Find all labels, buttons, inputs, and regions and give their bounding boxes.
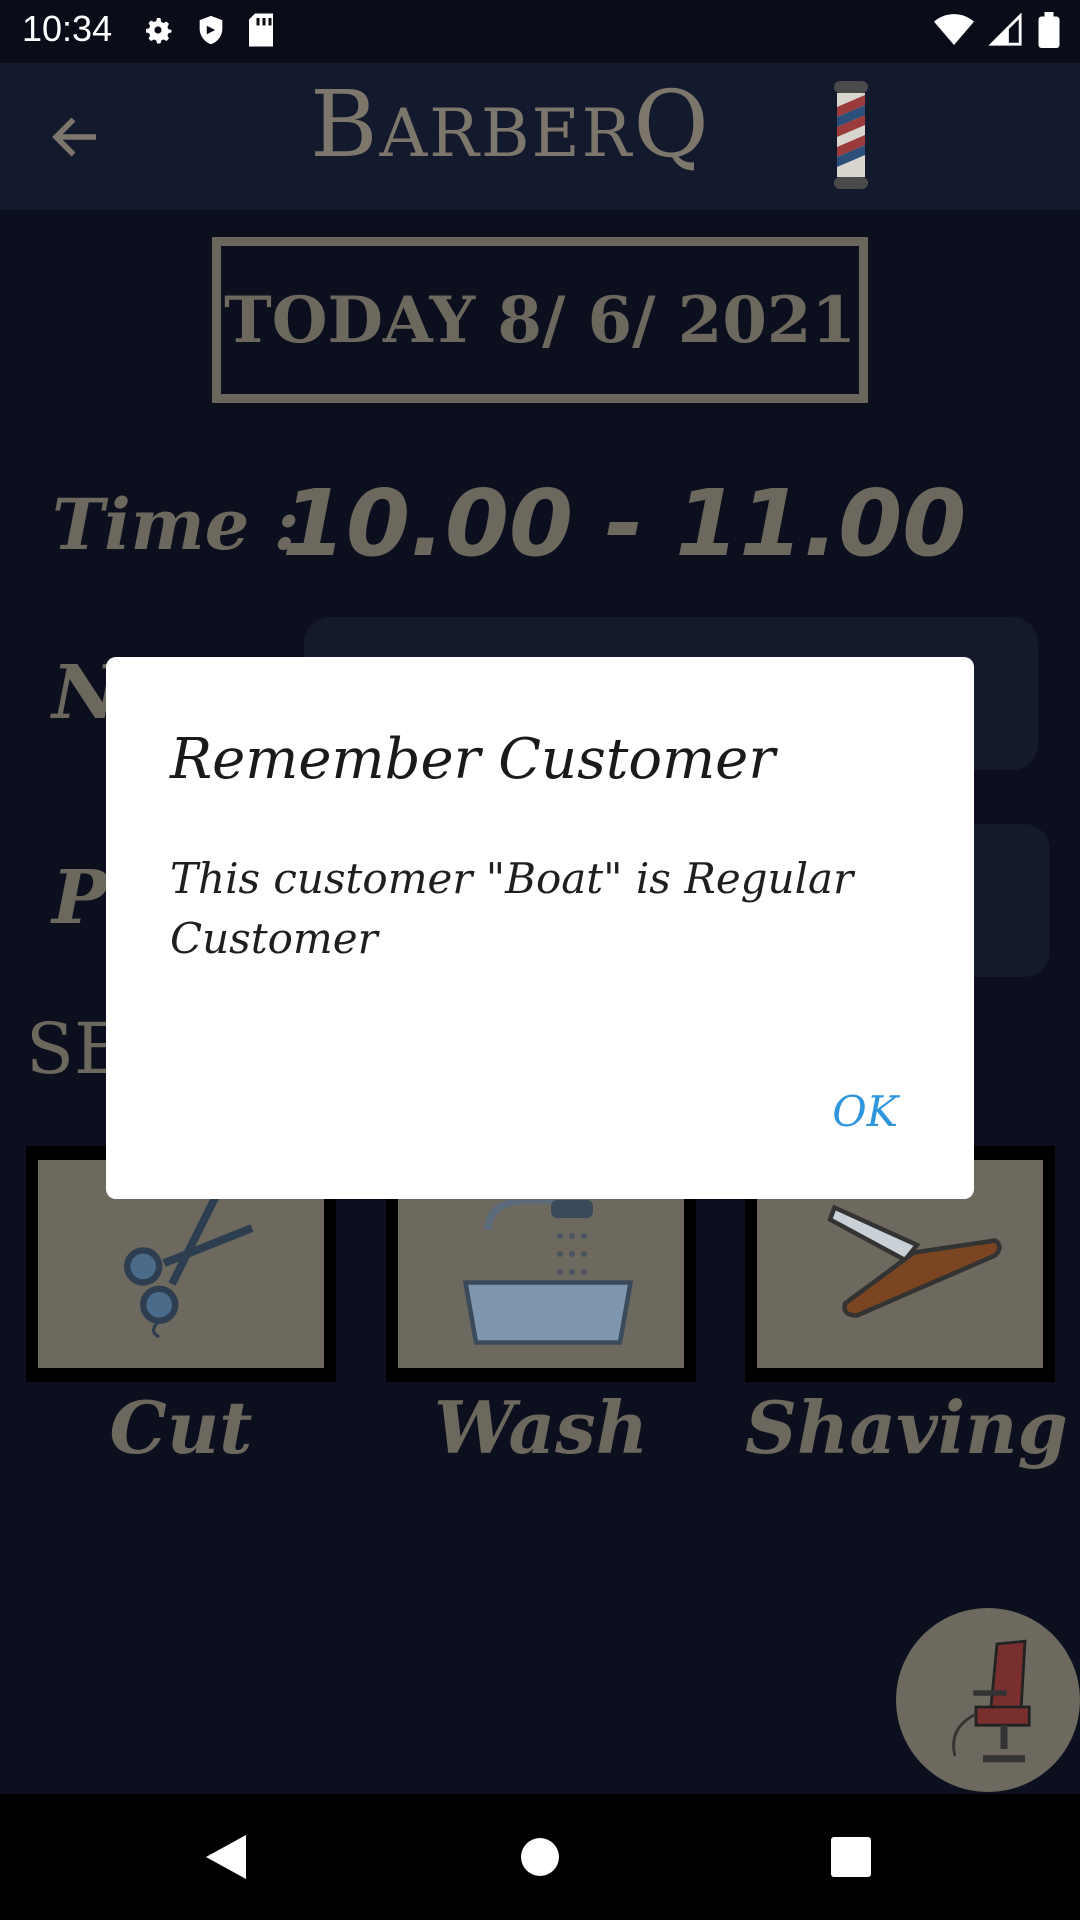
ok-button[interactable]: OK — [832, 1087, 898, 1136]
remember-customer-dialog: Remember Customer This customer "Boat" i… — [106, 657, 974, 1199]
service-name-wash: Wash — [433, 1385, 649, 1470]
date-box: TODAY 8/ 6/ 2021 — [212, 237, 868, 403]
time-value: 10.00 - 11.00 — [282, 470, 967, 577]
status-icons-right — [934, 12, 1060, 48]
shield-icon — [199, 15, 223, 45]
sd-card-icon — [249, 13, 273, 47]
time-label: Time : — [52, 483, 300, 566]
app-bar: BARBERQ — [0, 63, 1080, 210]
gear-icon — [146, 18, 172, 44]
signal-icon — [988, 13, 1022, 46]
dialog-title: Remember Customer — [170, 727, 776, 792]
home-circle-icon[interactable] — [520, 1837, 560, 1877]
status-time: 10:34 — [22, 8, 113, 49]
barber-pole-icon — [834, 81, 868, 189]
dialog-message: This customer "Boat" is Regular Customer — [170, 854, 854, 963]
battery-icon — [1038, 12, 1060, 48]
app-logo: BARBERQ — [310, 71, 711, 178]
service-name-shaving: Shaving — [745, 1385, 1068, 1470]
service-name-cut: Cut — [109, 1385, 253, 1470]
shower-icon — [462, 1200, 634, 1345]
scissors-icon — [123, 1186, 254, 1339]
wifi-icon — [934, 14, 974, 45]
arrow-left-icon[interactable] — [46, 107, 106, 167]
razor-icon — [827, 1204, 1002, 1318]
status-bar: 10:34 — [0, 0, 1080, 63]
logo-rest: ARBER — [379, 95, 634, 172]
logo-cap: B — [310, 71, 380, 178]
back-triangle-icon[interactable] — [204, 1833, 248, 1881]
logo-q: Q — [633, 71, 711, 178]
barber-chair-icon — [952, 1639, 1031, 1763]
fab-chair-button[interactable] — [896, 1608, 1080, 1792]
status-icons-left — [140, 12, 276, 48]
system-nav-bar — [0, 1794, 1080, 1920]
recents-square-icon[interactable] — [831, 1837, 871, 1877]
